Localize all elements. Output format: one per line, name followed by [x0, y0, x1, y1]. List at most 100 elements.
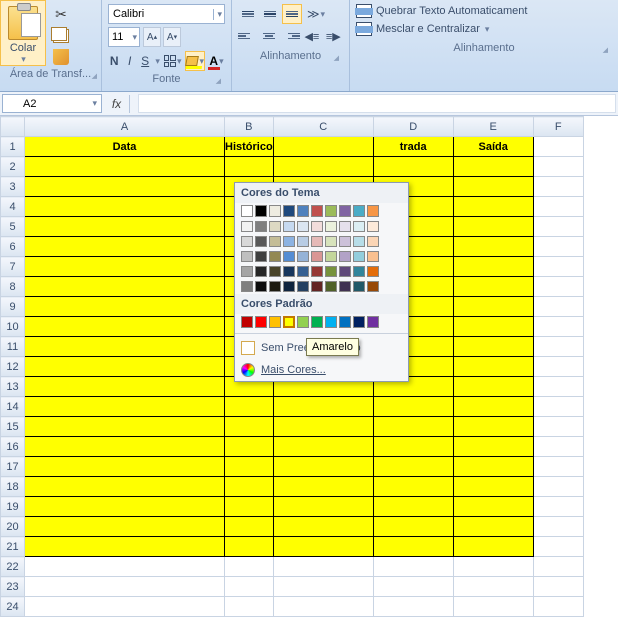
- row-header-2[interactable]: 2: [1, 157, 25, 177]
- row-header-24[interactable]: 24: [1, 597, 25, 617]
- cell-E10[interactable]: [453, 317, 533, 337]
- cell-F4[interactable]: [533, 197, 583, 217]
- color-swatch[interactable]: [255, 251, 267, 262]
- cell-A4[interactable]: [25, 197, 225, 217]
- row-header-15[interactable]: 15: [1, 417, 25, 437]
- cell-A23[interactable]: [25, 577, 225, 597]
- column-header-E[interactable]: E: [453, 117, 533, 137]
- bold-button[interactable]: N: [108, 51, 120, 71]
- cell-E14[interactable]: [453, 397, 533, 417]
- row-header-13[interactable]: 13: [1, 377, 25, 397]
- formula-input[interactable]: [138, 94, 616, 113]
- cell-A3[interactable]: [25, 177, 225, 197]
- row-header-20[interactable]: 20: [1, 517, 25, 537]
- cell-F17[interactable]: [533, 457, 583, 477]
- color-swatch[interactable]: [353, 251, 365, 262]
- row-header-9[interactable]: 9: [1, 297, 25, 317]
- cell-A6[interactable]: [25, 237, 225, 257]
- cell-E20[interactable]: [453, 517, 533, 537]
- column-header-F[interactable]: F: [533, 117, 583, 137]
- color-swatch[interactable]: [255, 221, 267, 232]
- cell-E3[interactable]: [453, 177, 533, 197]
- cell-D19[interactable]: [373, 497, 453, 517]
- row-header-17[interactable]: 17: [1, 457, 25, 477]
- color-swatch[interactable]: [311, 236, 323, 247]
- cell-C23[interactable]: [273, 577, 373, 597]
- color-swatch[interactable]: [241, 266, 253, 277]
- align-left-button[interactable]: [238, 26, 257, 46]
- color-swatch[interactable]: [297, 251, 309, 262]
- cell-D1[interactable]: trada: [373, 137, 453, 157]
- color-swatch[interactable]: [353, 205, 365, 217]
- cell-A24[interactable]: [25, 597, 225, 617]
- cell-E9[interactable]: [453, 297, 533, 317]
- decrease-indent-button[interactable]: ◀≡: [302, 26, 321, 46]
- color-swatch[interactable]: [353, 316, 365, 328]
- color-swatch[interactable]: [241, 205, 253, 217]
- row-header-14[interactable]: 14: [1, 397, 25, 417]
- cell-A1[interactable]: Data: [25, 137, 225, 157]
- row-header-11[interactable]: 11: [1, 337, 25, 357]
- cell-C14[interactable]: [273, 397, 373, 417]
- cell-A16[interactable]: [25, 437, 225, 457]
- cell-A20[interactable]: [25, 517, 225, 537]
- copy-button[interactable]: [50, 29, 72, 43]
- color-swatch[interactable]: [325, 205, 337, 217]
- color-swatch[interactable]: [297, 236, 309, 247]
- cell-F10[interactable]: [533, 317, 583, 337]
- cell-B17[interactable]: [225, 457, 274, 477]
- row-header-10[interactable]: 10: [1, 317, 25, 337]
- color-swatch[interactable]: [353, 236, 365, 247]
- color-swatch[interactable]: [339, 316, 351, 328]
- color-swatch[interactable]: [311, 281, 323, 292]
- cell-A2[interactable]: [25, 157, 225, 177]
- color-swatch[interactable]: [255, 266, 267, 277]
- cell-A14[interactable]: [25, 397, 225, 417]
- cell-E8[interactable]: [453, 277, 533, 297]
- cell-E22[interactable]: [453, 557, 533, 577]
- cell-B15[interactable]: [225, 417, 274, 437]
- fill-color-button[interactable]: ▾: [185, 51, 205, 71]
- color-swatch[interactable]: [269, 221, 281, 232]
- cell-A12[interactable]: [25, 357, 225, 377]
- cell-F20[interactable]: [533, 517, 583, 537]
- color-swatch[interactable]: [269, 266, 281, 277]
- cell-B24[interactable]: [225, 597, 274, 617]
- cell-C2[interactable]: [273, 157, 373, 177]
- color-swatch[interactable]: [325, 221, 337, 232]
- cell-E24[interactable]: [453, 597, 533, 617]
- cell-B20[interactable]: [225, 517, 274, 537]
- cell-D18[interactable]: [373, 477, 453, 497]
- cell-B1[interactable]: Histórico: [225, 137, 274, 157]
- cell-F14[interactable]: [533, 397, 583, 417]
- cell-C1[interactable]: [273, 137, 373, 157]
- cell-C17[interactable]: [273, 457, 373, 477]
- grow-font-button[interactable]: A▴: [143, 27, 161, 47]
- cell-C18[interactable]: [273, 477, 373, 497]
- cell-E19[interactable]: [453, 497, 533, 517]
- color-swatch[interactable]: [325, 236, 337, 247]
- row-header-18[interactable]: 18: [1, 477, 25, 497]
- color-swatch[interactable]: [297, 281, 309, 292]
- cell-F23[interactable]: [533, 577, 583, 597]
- align-right-button[interactable]: [281, 26, 300, 46]
- cell-B16[interactable]: [225, 437, 274, 457]
- color-swatch[interactable]: [339, 251, 351, 262]
- cell-B21[interactable]: [225, 537, 274, 557]
- row-header-8[interactable]: 8: [1, 277, 25, 297]
- borders-button[interactable]: ▾: [163, 51, 183, 71]
- cell-A21[interactable]: [25, 537, 225, 557]
- color-swatch[interactable]: [283, 236, 295, 247]
- color-swatch[interactable]: [297, 316, 309, 328]
- cell-D16[interactable]: [373, 437, 453, 457]
- color-swatch[interactable]: [339, 205, 351, 217]
- color-swatch[interactable]: [339, 266, 351, 277]
- cell-E15[interactable]: [453, 417, 533, 437]
- cell-F3[interactable]: [533, 177, 583, 197]
- cell-A9[interactable]: [25, 297, 225, 317]
- cell-A19[interactable]: [25, 497, 225, 517]
- cell-A13[interactable]: [25, 377, 225, 397]
- cell-C22[interactable]: [273, 557, 373, 577]
- cell-A10[interactable]: [25, 317, 225, 337]
- cell-F15[interactable]: [533, 417, 583, 437]
